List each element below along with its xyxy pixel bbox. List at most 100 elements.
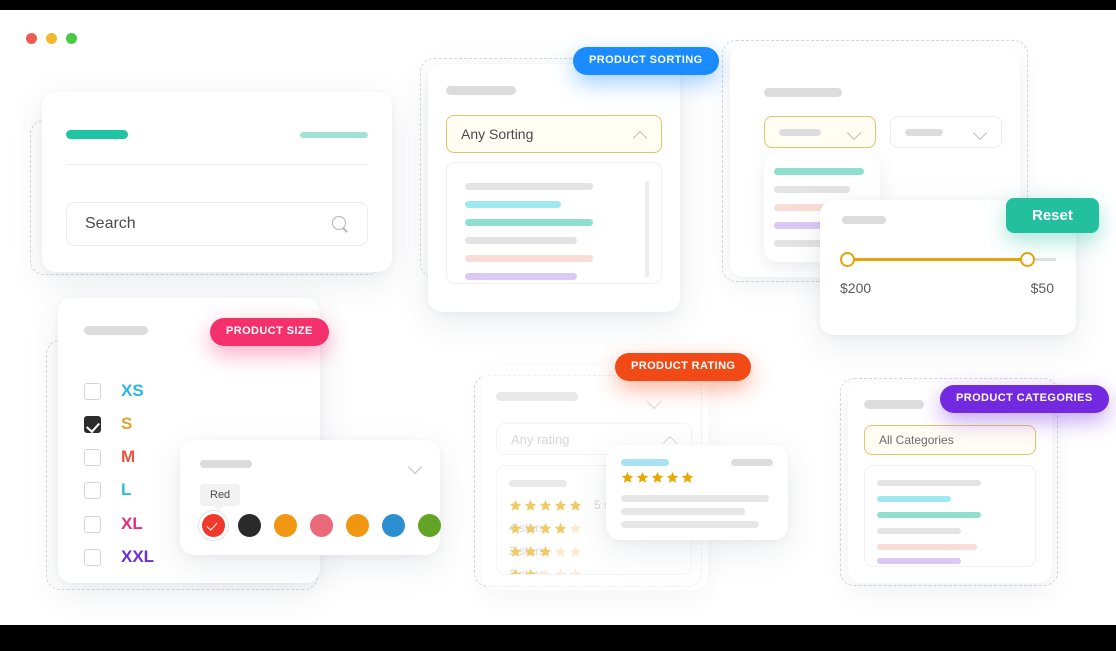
review-stars: [621, 471, 694, 484]
categories-select[interactable]: All Categories: [864, 425, 1036, 455]
review-line: [621, 521, 759, 528]
list-item[interactable]: [465, 237, 577, 244]
list-item[interactable]: [877, 544, 977, 550]
maximize-window-dot[interactable]: [66, 33, 77, 44]
size-label: XS: [121, 381, 144, 400]
close-window-dot[interactable]: [26, 33, 37, 44]
color-tooltip: Red: [200, 484, 241, 511]
chevron-down-icon[interactable]: [409, 460, 422, 473]
filter-dropdown-left[interactable]: [764, 116, 876, 148]
list-item[interactable]: [877, 558, 961, 564]
app-canvas: Search Any Sorting PRODUCT SORTING $200 …: [0, 10, 1116, 625]
search-placeholder-text: Search: [85, 215, 136, 232]
accent-bar-teal-light: [300, 132, 368, 138]
checkbox[interactable]: [84, 415, 101, 433]
reset-button[interactable]: Reset: [1006, 198, 1099, 233]
scrollbar[interactable]: [645, 181, 649, 277]
checkbox[interactable]: [84, 382, 101, 400]
swatch-black[interactable]: [238, 514, 261, 537]
price-slider-max-handle[interactable]: [1020, 252, 1035, 267]
search-icon[interactable]: [332, 215, 349, 233]
list-item[interactable]: [465, 201, 561, 208]
list-item[interactable]: [774, 186, 850, 193]
chevron-up-icon[interactable]: [664, 433, 677, 446]
size-option-s[interactable]: S: [84, 414, 132, 434]
size-option-m[interactable]: M: [84, 447, 135, 467]
checkbox[interactable]: [84, 548, 101, 566]
chevron-down-icon[interactable]: [648, 395, 661, 408]
list-item[interactable]: [465, 255, 593, 262]
size-option-l[interactable]: L: [84, 480, 131, 500]
rating-row-3[interactable]: 3 stars: [509, 544, 582, 558]
stars-5: [509, 499, 582, 512]
badge-product-rating: PRODUCT RATING: [615, 353, 752, 381]
list-item[interactable]: [465, 219, 593, 226]
review-title-skeleton: [621, 459, 669, 466]
stars-3: [509, 545, 582, 558]
list-item[interactable]: [877, 528, 961, 534]
badge-product-categories: PRODUCT CATEGORIES: [940, 385, 1109, 413]
product-sorting-card: Any Sorting: [428, 64, 680, 312]
minimize-window-dot[interactable]: [46, 33, 57, 44]
card-title-skeleton: [446, 86, 516, 95]
price-max-label: $50: [1030, 280, 1054, 296]
list-item[interactable]: [877, 480, 981, 486]
swatch-pink[interactable]: [310, 514, 333, 537]
search-input[interactable]: Search: [66, 202, 368, 246]
list-item[interactable]: [774, 168, 864, 175]
sorting-select-value: Any Sorting: [461, 126, 534, 142]
card-title-skeleton: [200, 460, 252, 468]
card-title-skeleton: [864, 400, 924, 409]
color-swatch-row[interactable]: [202, 514, 441, 537]
rating-row-2[interactable]: 2 stars: [509, 567, 582, 574]
list-item[interactable]: [465, 273, 577, 280]
card-title-skeleton: [764, 88, 842, 97]
categories-select-value: All Categories: [879, 433, 954, 447]
badge-product-sorting: PRODUCT SORTING: [573, 47, 719, 75]
size-label: M: [121, 447, 136, 466]
accent-bar-teal: [66, 130, 128, 139]
list-item[interactable]: [877, 512, 981, 518]
swatch-orange[interactable]: [274, 514, 297, 537]
price-slider-fill: [846, 258, 1026, 261]
list-item[interactable]: [465, 183, 593, 190]
product-categories-card: All Categories: [848, 383, 1052, 583]
review-line: [621, 495, 769, 502]
list-header-skeleton: [509, 480, 567, 487]
swatch-blue[interactable]: [382, 514, 405, 537]
stars-2: [509, 568, 582, 574]
filter-dropdown-right[interactable]: [890, 116, 1002, 148]
search-card: Search: [42, 92, 392, 272]
rating-row-4[interactable]: 4 stars: [509, 521, 582, 535]
card-title-skeleton: [842, 216, 886, 224]
chevron-down-icon[interactable]: [848, 126, 861, 139]
product-color-card: Red: [180, 440, 441, 555]
price-slider-min-handle[interactable]: [840, 252, 855, 267]
checkbox[interactable]: [84, 448, 101, 466]
chevron-up-icon[interactable]: [634, 128, 647, 141]
sorting-options-list[interactable]: [446, 162, 662, 284]
divider: [66, 164, 368, 165]
chevron-down-icon[interactable]: [974, 126, 987, 139]
bottom-black-bar: [0, 625, 1116, 651]
size-option-xl[interactable]: XL: [84, 514, 143, 534]
card-title-skeleton: [496, 392, 578, 401]
size-option-xs[interactable]: XS: [84, 381, 144, 401]
window-controls[interactable]: [26, 33, 77, 44]
checkbox[interactable]: [84, 515, 101, 533]
sorting-select[interactable]: Any Sorting: [446, 115, 662, 153]
categories-list[interactable]: [864, 465, 1036, 567]
dropdown-value-skeleton: [779, 128, 821, 136]
swatch-red[interactable]: [202, 514, 225, 537]
price-min-label: $200: [840, 280, 872, 296]
checkbox[interactable]: [84, 481, 101, 499]
size-label: S: [121, 414, 133, 433]
top-black-bar: [0, 0, 1116, 10]
review-line: [621, 508, 745, 515]
swatch-amber[interactable]: [346, 514, 369, 537]
stars-4: [509, 522, 582, 535]
size-option-xxl[interactable]: XXL: [84, 547, 154, 567]
swatch-green[interactable]: [418, 514, 441, 537]
size-label: L: [121, 480, 132, 499]
list-item[interactable]: [877, 496, 951, 502]
